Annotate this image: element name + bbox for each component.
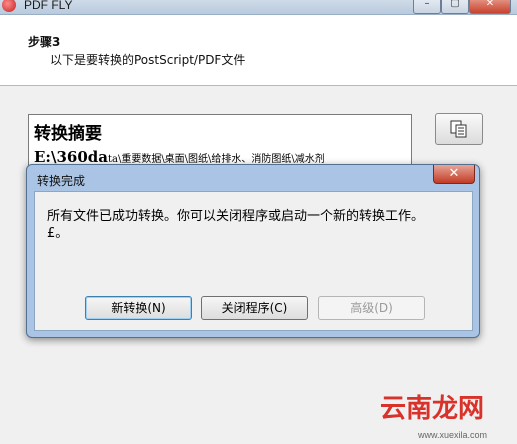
dialog-message: 所有文件已成功转换。你可以关闭程序或启动一个新的转换工作。 £。	[47, 208, 457, 242]
summary-title: 转换摘要	[34, 124, 102, 144]
dialog-title: 转换完成	[37, 174, 86, 188]
conversion-complete-dialog: 转换完成 ✕ 所有文件已成功转换。你可以关闭程序或启动一个新的转换工作。 £。 …	[26, 164, 480, 338]
minimize-button[interactable]: –	[413, 0, 441, 14]
maximize-button[interactable]: ▢	[441, 0, 469, 14]
step-header: 步骤3 以下是要转换的PostScript/PDF文件	[0, 15, 517, 86]
close-program-button[interactable]: 关闭程序(C)	[201, 296, 308, 320]
watermark-logo: 云南龙网	[380, 394, 485, 424]
window-controls: – ▢ ✕	[413, 0, 511, 14]
copy-button[interactable]	[435, 113, 483, 145]
advanced-button[interactable]: 高级(D)	[318, 296, 425, 320]
close-button[interactable]: ✕	[469, 0, 511, 14]
new-conversion-button[interactable]: 新转换(N)	[85, 296, 192, 320]
watermark-url: www.xuexila.com	[418, 430, 488, 440]
dialog-message-line: 所有文件已成功转换。你可以关闭程序或启动一个新的转换工作。	[47, 209, 425, 224]
dialog-body: 所有文件已成功转换。你可以关闭程序或启动一个新的转换工作。 £。 新转换(N) …	[34, 191, 473, 331]
step-title: 步骤3	[28, 35, 61, 49]
main-titlebar[interactable]: PDF FLY – ▢ ✕	[0, 0, 517, 15]
app-icon	[2, 0, 16, 12]
step-description: 以下是要转换的PostScript/PDF文件	[50, 53, 246, 67]
copy-icon	[450, 120, 467, 138]
dialog-close-button[interactable]: ✕	[433, 165, 475, 184]
dialog-message-extra: £。	[47, 226, 69, 241]
window-title: PDF FLY	[24, 0, 73, 12]
